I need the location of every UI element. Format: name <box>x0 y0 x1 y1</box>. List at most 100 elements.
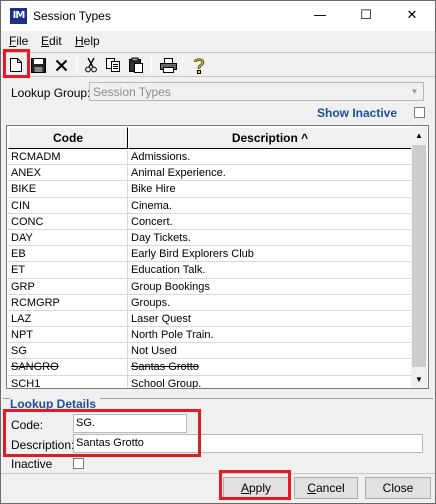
help-icon <box>193 58 205 74</box>
session-types-window: IM Session Types — ☐ ✕ File Edit Help Lo… <box>0 0 436 504</box>
code-label: Code: <box>11 418 44 432</box>
table-row[interactable]: ANEX Animal Experience. <box>8 165 412 182</box>
menu-edit[interactable]: Edit <box>41 34 62 48</box>
column-header-description[interactable]: Description ^ <box>128 127 412 149</box>
lookup-group-select[interactable]: Session Types ▼ <box>89 82 424 101</box>
lookup-group-value: Session Types <box>93 85 171 99</box>
cancel-button[interactable]: Cancel <box>294 477 358 499</box>
copy-button[interactable] <box>103 55 123 75</box>
table-row[interactable]: SANGRO Santas Grotto <box>8 359 412 376</box>
vertical-scrollbar[interactable]: ▲ ▼ <box>411 127 427 388</box>
cell-description: Laser Quest <box>128 310 412 328</box>
table-row[interactable]: NPT North Pole Train. <box>8 327 412 344</box>
table-body: RCMADM Admissions. ANEX Animal Experience. B… <box>8 149 412 388</box>
help-button[interactable] <box>189 55 209 75</box>
cell-code: DAY <box>8 229 128 247</box>
show-inactive-label: Show Inactive <box>317 106 398 120</box>
scroll-down-icon[interactable]: ▼ <box>411 371 427 388</box>
chevron-down-icon[interactable]: ▼ <box>407 84 422 99</box>
paste-icon <box>129 57 143 73</box>
show-inactive-checkbox[interactable] <box>414 107 425 118</box>
print-icon <box>159 57 177 73</box>
cell-code: ET <box>8 262 128 279</box>
toolbar-separator <box>182 56 183 74</box>
delete-button[interactable] <box>51 55 71 75</box>
paste-button[interactable] <box>126 55 146 75</box>
cell-code: CONC <box>8 213 128 230</box>
cell-code: LAZ <box>8 310 128 328</box>
table-row[interactable]: BIKE Bike Hire <box>8 181 412 198</box>
cell-code: CIN <box>8 197 128 214</box>
menu-file[interactable]: File <box>9 34 28 48</box>
cell-description: Education Talk. <box>128 262 412 279</box>
cell-description: Day Tickets. <box>128 229 412 247</box>
new-button[interactable] <box>6 55 26 75</box>
table-row[interactable]: DAY Day Tickets. <box>8 229 412 247</box>
toolbar-separator <box>151 56 152 74</box>
save-icon <box>30 57 46 73</box>
minimize-button[interactable]: — <box>297 1 343 31</box>
save-button[interactable] <box>28 55 48 75</box>
cell-description: Animal Experience. <box>128 165 412 182</box>
cell-code: NPT <box>8 327 128 344</box>
table-row[interactable]: SCH1 School Group. <box>8 375 412 388</box>
new-document-icon <box>10 58 22 72</box>
window-title: Session Types <box>33 9 111 23</box>
session-types-table: Code Description ^ RCMADM Admissions. ANEX… <box>6 125 429 389</box>
cell-description: Bike Hire <box>128 181 412 198</box>
cell-code: RCMADM <box>8 149 128 166</box>
cell-description: Santas Grotto <box>128 359 412 376</box>
cut-button[interactable] <box>81 55 101 75</box>
cell-description: Cinema. <box>128 197 412 214</box>
cut-icon <box>85 57 97 73</box>
button-bar: Apply Cancel Close <box>1 473 435 503</box>
table-row[interactable]: RCMADM Admissions. <box>8 149 412 166</box>
cell-description: Admissions. <box>128 149 412 166</box>
cell-description: North Pole Train. <box>128 327 412 344</box>
table-row[interactable]: ET Education Talk. <box>8 262 412 279</box>
minimize-icon: — <box>313 8 327 23</box>
description-field[interactable]: Santas Grotto <box>73 434 423 453</box>
table-row[interactable]: EB Early Bird Explorers Club <box>8 246 412 263</box>
inactive-checkbox[interactable] <box>73 458 84 469</box>
lookup-details-title: Lookup Details <box>10 397 101 411</box>
description-label: Description: <box>11 438 75 452</box>
cell-code: SCH1 <box>8 375 128 388</box>
cell-code: GRP <box>8 278 128 295</box>
table-row[interactable]: GRP Group Bookings <box>8 278 412 295</box>
cell-code: EB <box>8 246 128 263</box>
scroll-up-icon[interactable]: ▲ <box>411 127 427 144</box>
close-icon: ✕ <box>406 8 418 23</box>
cell-description: Group Bookings <box>128 278 412 295</box>
cell-description: Early Bird Explorers Club <box>128 246 412 263</box>
table-row[interactable]: LAZ Laser Quest <box>8 310 412 328</box>
maximize-button[interactable]: ☐ <box>343 1 389 31</box>
print-button[interactable] <box>158 55 178 75</box>
table-header: Code Description ^ <box>8 127 412 149</box>
lookup-group-label: Lookup Group: <box>11 86 91 100</box>
app-logo-icon: IM <box>10 8 27 24</box>
table-row[interactable]: SG Not Used <box>8 343 412 360</box>
table-row[interactable]: CONC Concert. <box>8 213 412 230</box>
code-field[interactable]: SG. <box>73 414 187 433</box>
scroll-thumb[interactable] <box>412 145 426 367</box>
table-row[interactable]: RCMGRP Groups. <box>8 294 412 311</box>
apply-button[interactable]: Apply <box>223 477 289 499</box>
toolbar-separator <box>76 56 77 74</box>
close-button[interactable]: Close <box>365 477 431 499</box>
menu-help[interactable]: Help <box>75 34 100 48</box>
delete-icon <box>55 59 67 71</box>
close-window-button[interactable]: ✕ <box>389 1 435 31</box>
cell-code: SG <box>8 343 128 360</box>
title-bar: IM Session Types — ☐ ✕ <box>1 1 435 31</box>
menu-bar: File Edit Help <box>1 31 435 51</box>
toolbar <box>1 52 435 77</box>
cell-description: School Group. <box>128 375 412 388</box>
cell-description: Groups. <box>128 294 412 311</box>
column-header-code[interactable]: Code <box>8 127 128 149</box>
cell-code: ANEX <box>8 165 128 182</box>
cell-description: Concert. <box>128 213 412 230</box>
table-row[interactable]: CIN Cinema. <box>8 197 412 214</box>
cell-code: SANGRO <box>8 359 128 376</box>
inactive-label: Inactive <box>11 457 53 471</box>
